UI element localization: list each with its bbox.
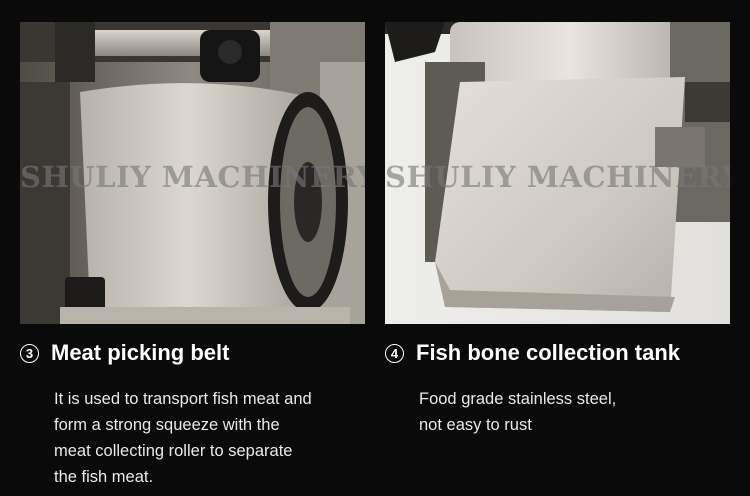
feature-description: Food grade stainless steel, not easy to … [419,386,719,438]
description-line: Food grade stainless steel, [419,390,617,408]
meat-picking-belt-photo: SHULIY MACHINERY [20,22,365,324]
feature-description: It is used to transport fish meat and fo… [54,386,354,490]
feature-title: Fish bone collection tank [416,340,681,365]
description-line: form a strong squeeze with the [54,416,280,434]
description-line: meat collecting roller to separate [54,442,293,460]
feature-card-fish-bone-collection-tank: SHULIY MACHINERY 4 Fish bone collection … [385,0,730,496]
feature-heading: 4 Fish bone collection tank [385,340,680,366]
feature-card-meat-picking-belt: SHULIY MACHINERY 3 Meat picking belt It … [20,0,365,496]
feature-heading: 3 Meat picking belt [20,340,229,366]
circled-number-badge: 4 [385,343,404,363]
description-line: not easy to rust [419,416,532,434]
fish-bone-collection-tank-photo: SHULIY MACHINERY [385,22,730,324]
circled-number-badge: 3 [20,343,39,363]
description-line: the fish meat. [54,468,154,486]
feature-title: Meat picking belt [51,340,230,365]
description-line: It is used to transport fish meat and [54,390,312,408]
